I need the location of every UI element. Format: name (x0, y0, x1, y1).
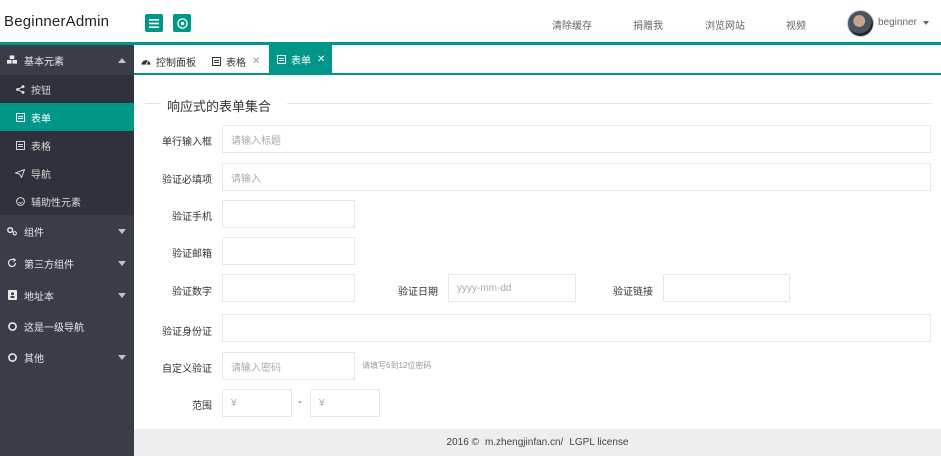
address-book-icon (7, 290, 17, 300)
sidebar-item-label: 第三方组件 (24, 259, 74, 271)
range-min-input[interactable]: ¥ (222, 389, 292, 417)
tab-form[interactable]: 表单 ✕ (269, 45, 333, 73)
phone-input[interactable] (222, 200, 355, 228)
date-input[interactable]: yyyy-mm-dd (448, 274, 576, 302)
title-label: 单行输入框 (162, 137, 212, 148)
tab-bar: 控制面板 表格 ✕ 表单 ✕ (134, 45, 941, 75)
id-card-input[interactable] (222, 314, 931, 342)
table-icon (211, 56, 221, 66)
sidebar-subitem-navigation[interactable]: 导航 (0, 159, 134, 187)
user-menu-caret-icon[interactable] (923, 21, 929, 25)
sidebar-subitem-form[interactable]: 表单 (0, 103, 134, 131)
range-label: 范围 (192, 401, 212, 412)
nav-video[interactable]: 视频 (786, 17, 806, 32)
sidebar-item-basic-elements[interactable]: 基本元素 (0, 45, 134, 75)
sidebar-item-other[interactable]: 其他 (0, 342, 134, 372)
nav-donate[interactable]: 捐赠我 (633, 17, 663, 32)
sidebar-item-components[interactable]: 组件 (0, 216, 134, 246)
chevron-down-icon (118, 261, 126, 266)
tab-label: 表格 (226, 57, 246, 69)
nav-clear-cache[interactable]: 清除缓存 (552, 17, 592, 32)
form-icon (15, 112, 25, 122)
number-label: 验证数字 (172, 287, 212, 298)
sidebar-item-label: 基本元素 (24, 56, 64, 68)
close-icon[interactable]: ✕ (317, 54, 325, 65)
url-label: 验证链接 (613, 287, 653, 298)
email-label: 验证邮箱 (172, 249, 212, 260)
sidebar-subitem-auxiliary[interactable]: 辅助性元素 (0, 187, 134, 215)
share-icon (15, 84, 25, 94)
sidebar-subitem-label: 导航 (31, 169, 51, 181)
chevron-down-icon (118, 355, 126, 360)
password-input[interactable]: 请输入密码 (222, 352, 355, 380)
avatar[interactable] (847, 10, 874, 37)
footer-site-link[interactable]: m.zhengjinfan.cn/ (485, 437, 563, 448)
table-icon (15, 140, 25, 150)
cogs-icon (7, 226, 17, 236)
sidebar-subitem-label: 辅助性元素 (31, 197, 81, 209)
url-input[interactable] (663, 274, 790, 302)
sidebar-item-third-party[interactable]: 第三方组件 (0, 248, 134, 278)
sidebar-item-label: 这是一级导航 (24, 322, 84, 334)
top-header: BeginnerAdmin 清除缓存 捐赠我 浏览网站 视频 beginner (0, 0, 941, 45)
chevron-down-icon (118, 229, 126, 234)
footer: 2016 © m.zhengjinfan.cn/ LGPL license (134, 429, 941, 456)
sidebar-item-first-level-nav[interactable]: 这是一级导航 (0, 311, 134, 341)
phone-label: 验证手机 (172, 212, 212, 223)
range-separator: - (298, 396, 302, 408)
sidebar: 基本元素 按钮 表单 表格 导航 辅助性元素 组件 第三方组件 地址本 这是一级… (0, 45, 134, 456)
circle-icon (7, 352, 17, 362)
sidebar-subitem-label: 按钮 (31, 85, 51, 97)
sidebar-subitem-buttons[interactable]: 按钮 (0, 75, 134, 103)
range-max-input[interactable]: ¥ (310, 389, 380, 417)
sidebar-subitem-label: 表单 (31, 113, 51, 125)
sidebar-item-label: 其他 (24, 353, 44, 365)
home-button[interactable] (173, 14, 191, 32)
required-label: 验证必填项 (162, 175, 212, 186)
form-legend-title: 响应式的表单集合 (167, 99, 272, 114)
footer-year: 2016 © (446, 437, 479, 448)
legend-divider (287, 103, 931, 104)
form-icon (276, 54, 286, 64)
app-logo[interactable]: BeginnerAdmin (4, 13, 109, 30)
chevron-down-icon (118, 293, 126, 298)
tab-table[interactable]: 表格 ✕ (204, 49, 267, 73)
date-label: 验证日期 (398, 287, 438, 298)
circle-icon (7, 321, 17, 331)
legend-divider (145, 103, 161, 104)
password-hint: 请填写6到12位密码 (362, 361, 432, 370)
sidebar-subitem-label: 表格 (31, 141, 51, 153)
custom-label: 自定义验证 (162, 364, 212, 375)
menu-icon (149, 18, 159, 28)
form-legend: 响应式的表单集合 (145, 96, 931, 114)
send-icon (15, 168, 25, 178)
cubes-icon (7, 55, 17, 65)
tab-label: 控制面板 (156, 57, 196, 69)
smile-icon (15, 196, 25, 206)
nav-browse-site[interactable]: 浏览网站 (705, 17, 745, 32)
tab-dashboard[interactable]: 控制面板 (134, 49, 203, 73)
chevron-up-icon (118, 58, 126, 63)
email-input[interactable] (222, 237, 355, 265)
sidebar-subitem-table[interactable]: 表格 (0, 131, 134, 159)
number-input[interactable] (222, 274, 355, 302)
menu-toggle-button[interactable] (145, 14, 163, 32)
dashboard-icon (141, 56, 151, 66)
close-icon[interactable]: ✕ (252, 56, 260, 67)
globe-icon (176, 17, 188, 29)
id-card-label: 验证身份证 (162, 327, 212, 338)
required-input[interactable]: 请输入 (222, 163, 931, 191)
username[interactable]: beginner (878, 17, 917, 28)
tab-label: 表单 (291, 55, 311, 67)
sidebar-item-address-book[interactable]: 地址本 (0, 280, 134, 310)
footer-license: LGPL license (569, 437, 629, 448)
refresh-icon (7, 258, 17, 268)
title-input[interactable]: 请输入标题 (222, 125, 931, 153)
sidebar-item-label: 地址本 (24, 291, 54, 303)
sidebar-item-label: 组件 (24, 227, 44, 239)
